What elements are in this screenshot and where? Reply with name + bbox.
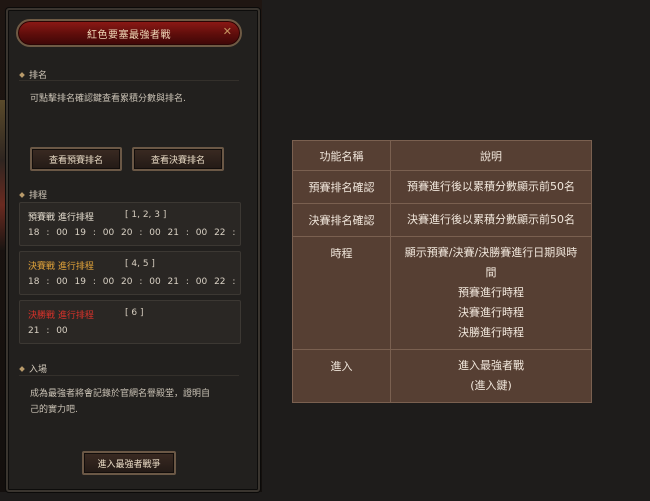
description-line: 決賽進行時程 <box>458 306 524 319</box>
description-line: 進入最強者戰 <box>458 359 524 372</box>
table-cell-description: 決賽進行後以累積分數顯示前50名 <box>390 203 592 237</box>
schedule-times: 21 : 00 <box>28 326 68 336</box>
description-line: 決勝進行時程 <box>458 326 524 339</box>
view-final-ranking-button[interactable]: 查看決賽排名 <box>132 147 224 171</box>
schedule-title: 決勝戰 進行排程 <box>28 311 94 321</box>
function-description-table: 功能名稱 說明 預賽排名確認 預賽進行後以累積分數顯示前50名 決賽排名確認 決… <box>292 140 592 403</box>
panel-title: 紅色要塞最強者戰 <box>87 29 171 41</box>
enter-strongest-war-button[interactable]: 進入最強者戰爭 <box>82 451 176 475</box>
table-row: 決賽排名確認 決賽進行後以累積分數顯示前50名 <box>292 203 592 237</box>
diamond-bullet-icon <box>19 71 25 78</box>
description-line: (進入鍵) <box>470 379 512 392</box>
schedule-days: [ 6 ] <box>125 308 144 318</box>
table-row: 進入 進入最強者戰 (進入鍵) <box>292 349 592 403</box>
table-cell-name: 時程 <box>292 236 391 350</box>
table-cell-description: 進入最強者戰 (進入鍵) <box>390 349 592 403</box>
final-schedule-row: 決賽戰 進行排程 [ 4, 5 ] 18 : 00 19 : 00 20 : 0… <box>19 251 241 295</box>
decisive-schedule-row: 決勝戰 進行排程 [ 6 ] 21 : 00 <box>19 300 241 344</box>
ranking-description: 可點擊排名確認鍵查看累積分數與排名. <box>30 94 186 104</box>
table-cell-description: 顯示預賽/決賽/決勝賽進行日期與時 間 預賽進行時程 決賽進行時程 決勝進行時程 <box>390 236 592 350</box>
diamond-bullet-icon <box>19 365 25 372</box>
section-divider <box>19 80 239 81</box>
schedule-days: [ 1, 2, 3 ] <box>125 210 167 220</box>
close-icon[interactable]: ✕ <box>223 25 232 39</box>
entry-description-line1: 成為最強者將會記錄於官網名譽殿堂，證明自 <box>30 389 211 399</box>
description-line: 顯示預賽/決賽/決勝賽進行日期與時 <box>404 246 578 259</box>
entry-description-line2: 己的實力吧. <box>30 405 78 415</box>
entry-heading: 入場 <box>19 362 48 375</box>
description-line: 間 <box>485 266 497 279</box>
section-divider <box>19 375 239 376</box>
table-row: 時程 顯示預賽/決賽/決勝賽進行日期與時 間 預賽進行時程 決賽進行時程 決勝進… <box>292 236 592 350</box>
schedule-times: 18 : 00 19 : 00 20 : 00 21 : 00 22 : 00 … <box>28 228 240 238</box>
schedule-heading: 排程 <box>19 188 48 201</box>
entry-heading-label: 入場 <box>29 365 48 375</box>
table-row: 預賽排名確認 預賽進行後以累積分數顯示前50名 <box>292 170 592 204</box>
table-cell-name: 決賽排名確認 <box>292 203 391 237</box>
table-header-row: 功能名稱 說明 <box>292 140 592 171</box>
table-cell-name: 進入 <box>292 349 391 403</box>
view-prelim-ranking-button[interactable]: 查看預賽排名 <box>30 147 122 171</box>
table-cell-name: 預賽排名確認 <box>292 170 391 204</box>
schedule-times: 18 : 00 19 : 00 20 : 00 21 : 00 22 : 00 … <box>28 277 240 287</box>
prelim-schedule-row: 預賽戰 進行排程 [ 1, 2, 3 ] 18 : 00 19 : 00 20 … <box>19 202 241 246</box>
table-header-description: 說明 <box>390 140 592 171</box>
description-line: 預賽進行時程 <box>458 286 524 299</box>
schedule-days: [ 4, 5 ] <box>125 259 155 269</box>
schedule-heading-label: 排程 <box>29 191 48 201</box>
table-header-name: 功能名稱 <box>292 140 391 171</box>
table-cell-description: 預賽進行後以累積分數顯示前50名 <box>390 170 592 204</box>
schedule-title: 預賽戰 進行排程 <box>28 213 94 223</box>
panel-title-bar: 紅色要塞最強者戰 ✕ <box>16 19 242 47</box>
schedule-title: 決賽戰 進行排程 <box>28 262 94 272</box>
diamond-bullet-icon <box>19 191 25 198</box>
